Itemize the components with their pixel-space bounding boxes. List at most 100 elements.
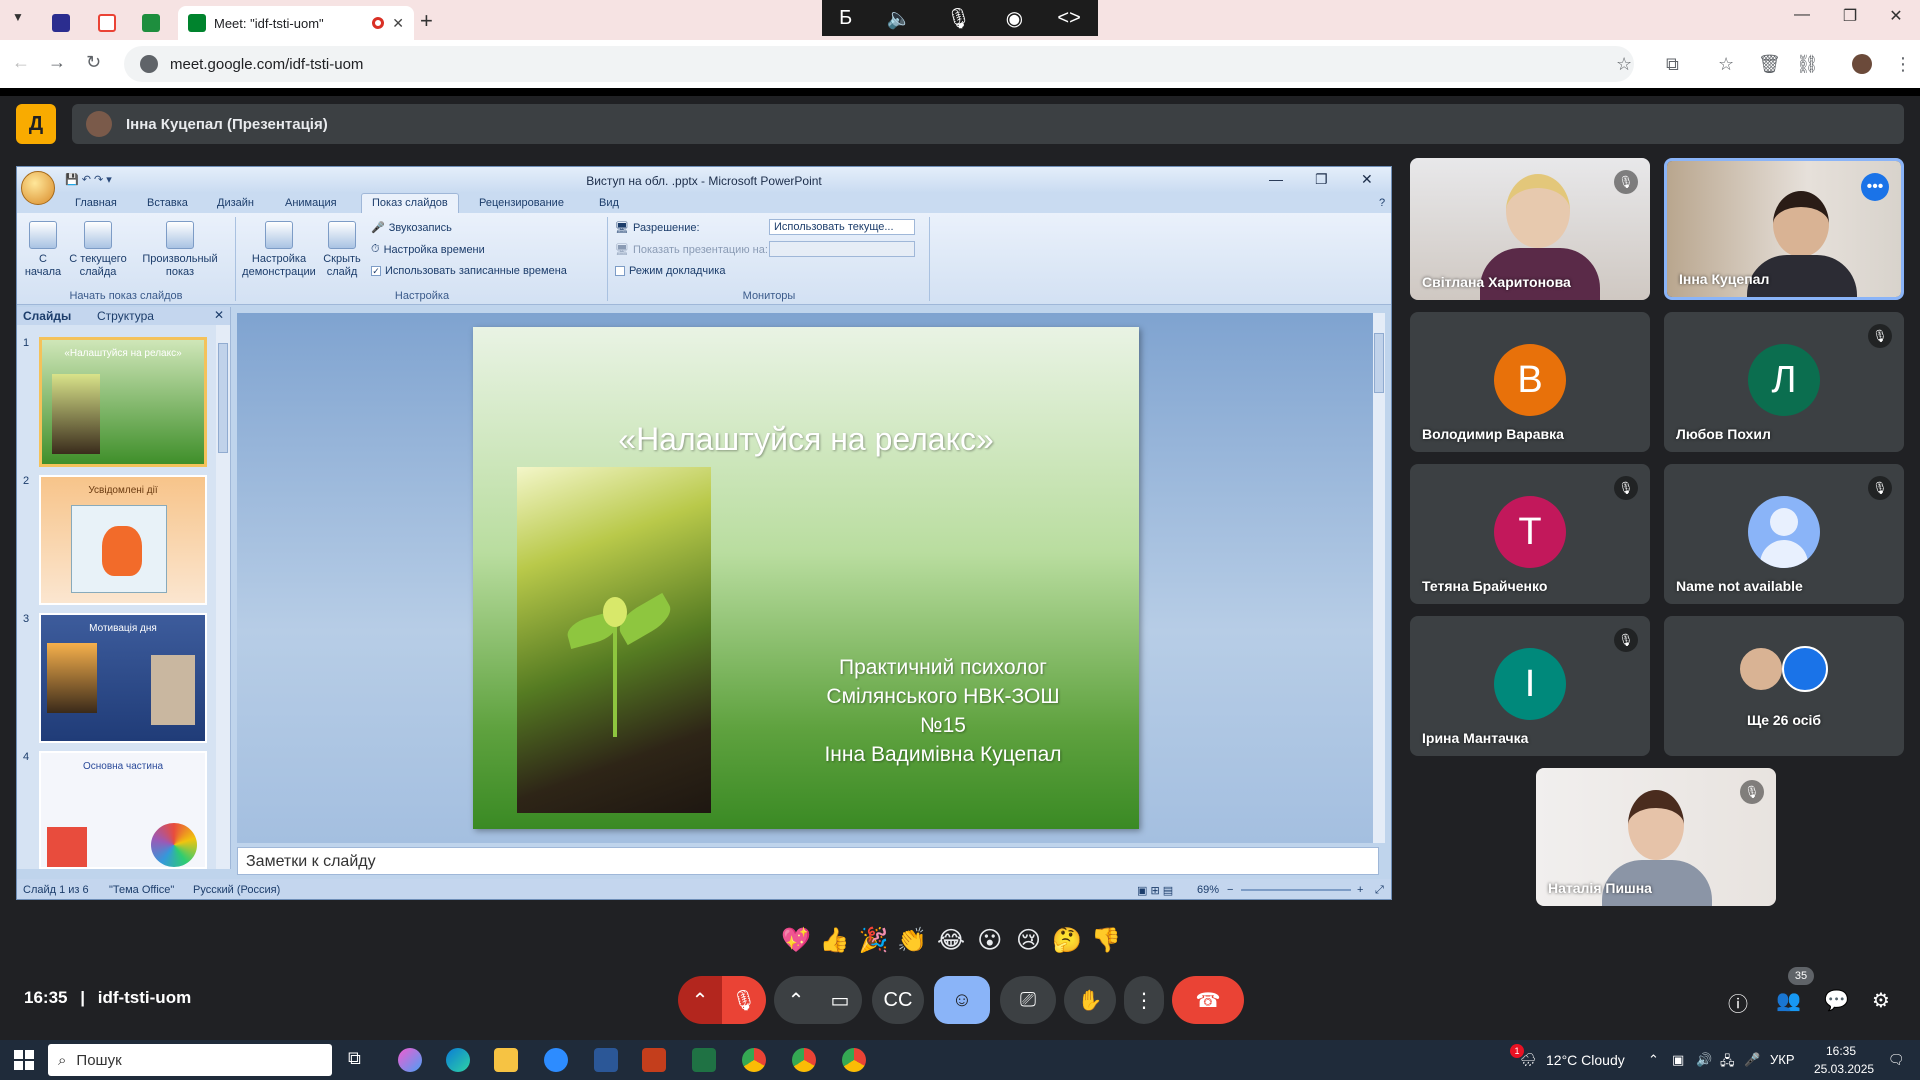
reload-icon[interactable]: ↻	[86, 52, 101, 73]
people-icon[interactable]: 👥	[1776, 988, 1801, 1013]
link-icon[interactable]: ⛓	[1796, 54, 1819, 75]
volume-icon[interactable]: 🔊	[1696, 1052, 1712, 1068]
file-explorer-icon[interactable]	[494, 1048, 518, 1072]
pane-close-icon[interactable]: ✕	[214, 308, 224, 322]
ppt-minimize-button[interactable]: —	[1269, 171, 1283, 187]
reaction-surprised-icon[interactable]: 😮	[972, 926, 1008, 955]
ribbon-tab-design[interactable]: Дизайн	[217, 197, 254, 209]
slide-scrollbar[interactable]	[1373, 313, 1385, 843]
ribbon-tab-view[interactable]: Вид	[599, 197, 619, 209]
present-screen-button[interactable]: ⎚	[1000, 976, 1056, 1024]
chrome-icon[interactable]	[742, 1048, 766, 1072]
reaction-thinking-icon[interactable]: 🤔	[1049, 926, 1085, 955]
input-language[interactable]: УКР	[1770, 1052, 1795, 1067]
more-options-button[interactable]: ⋮	[1124, 976, 1164, 1024]
back-arrow-icon[interactable]: ←	[12, 52, 30, 73]
window-minimize-button[interactable]: —	[1782, 6, 1822, 24]
fit-window-icon[interactable]: ⤢	[1375, 884, 1384, 897]
use-timings-checkbox[interactable]: ✓ Использовать записанные времена	[371, 265, 567, 277]
meeting-details-icon[interactable]: ⓘ	[1728, 988, 1748, 1017]
rehearse-timings-button[interactable]: ⏱ Настройка времени	[371, 243, 485, 256]
presenter-view-checkbox[interactable]: Режим докладчика	[615, 265, 725, 277]
reaction-sad-icon[interactable]: 😢	[1011, 926, 1047, 955]
bookmark-star-icon[interactable]: ☆	[1616, 54, 1632, 75]
zoom-icon[interactable]	[544, 1048, 568, 1072]
microphone-toggle-button[interactable]: 🎙	[722, 976, 766, 1024]
participant-tile[interactable]: Л 🎙 Любов Похил	[1664, 312, 1904, 452]
setup-show-button[interactable]: Настройка демонстрации	[239, 221, 319, 279]
raise-hand-button[interactable]: ✋	[1064, 976, 1116, 1024]
notifications-icon[interactable]: 🗨	[1888, 1052, 1905, 1068]
slide-thumbnail-4[interactable]: Основна частина	[39, 751, 207, 869]
activities-icon[interactable]: ⚙	[1872, 988, 1890, 1013]
excel-icon[interactable]	[692, 1048, 716, 1072]
scrollbar-thumb[interactable]	[1374, 333, 1384, 393]
camera-toggle-button[interactable]: ▭	[818, 976, 862, 1024]
forward-arrow-icon[interactable]: →	[48, 52, 66, 73]
participant-tile[interactable]: В Володимир Варавка	[1410, 312, 1650, 452]
reaction-thumbs-up-icon[interactable]: 👍	[817, 926, 853, 955]
delete-icon[interactable]: 🗑	[1758, 54, 1781, 75]
reaction-party-icon[interactable]: 🎉	[856, 926, 892, 955]
task-view-icon[interactable]: ⧉	[348, 1048, 372, 1072]
tray-chevron-icon[interactable]: ⌃	[1648, 1052, 1659, 1068]
word-icon[interactable]	[594, 1048, 618, 1072]
tab-meet-active[interactable]: Meet: "idf-tsti-uom" ✕	[178, 6, 414, 40]
notes-field[interactable]: Заметки к слайду	[237, 847, 1379, 875]
powerpoint-icon[interactable]	[642, 1048, 666, 1072]
browser-menu-icon[interactable]: ⋮	[1894, 54, 1912, 75]
scrollbar-thumb[interactable]	[218, 343, 228, 453]
reaction-laugh-icon[interactable]: 😂	[933, 926, 969, 955]
participant-tile[interactable]: 🎙 Name not available	[1664, 464, 1904, 604]
edge-icon[interactable]	[446, 1048, 470, 1072]
record-narration-button[interactable]: 🎤 Звукозапись	[371, 221, 452, 235]
reaction-thumbs-down-icon[interactable]: 👎	[1088, 926, 1124, 955]
leave-call-button[interactable]: ☎	[1172, 976, 1244, 1024]
participant-tile[interactable]: 🎙 Наталія Пишна	[1536, 768, 1776, 906]
mic-icon[interactable]: 🎙	[946, 6, 971, 31]
ribbon-tab-home[interactable]: Главная	[75, 197, 117, 209]
ribbon-tab-animation[interactable]: Анимация	[285, 197, 337, 209]
window-restore-button[interactable]: ❐	[1830, 6, 1870, 26]
microphone-tray-icon[interactable]: 🎤	[1744, 1052, 1760, 1068]
weather-text[interactable]: 12°C Cloudy	[1546, 1052, 1625, 1068]
others-tile[interactable]: Ще 26 осіб	[1664, 616, 1904, 756]
pane-tab-slides[interactable]: Слайды	[23, 309, 71, 323]
tray-app-icon[interactable]: ▣	[1672, 1052, 1684, 1068]
pinned-tab-gmail[interactable]	[86, 6, 128, 40]
reaction-clap-icon[interactable]: 👏	[894, 926, 930, 955]
more-options-icon[interactable]: •••	[1861, 173, 1889, 201]
participant-tile[interactable]: І 🎙 Ірина Мантачка	[1410, 616, 1650, 756]
audio-options-button[interactable]: ⌃	[678, 976, 722, 1024]
system-date[interactable]: 25.03.2025	[1814, 1062, 1874, 1076]
extension-puzzle-icon[interactable]: ⧉	[1666, 54, 1679, 75]
taskbar-search[interactable]: ⌕ Пошук	[48, 1044, 332, 1076]
weather-icon[interactable]: 🌧	[1520, 1052, 1537, 1068]
slide-thumbnail-2[interactable]: Усвідомлені дії	[39, 475, 207, 605]
chat-icon[interactable]: 💬	[1824, 988, 1849, 1013]
help-icon[interactable]: ?	[1379, 197, 1385, 209]
close-tab-icon[interactable]: ✕	[392, 15, 404, 32]
bold-b-icon[interactable]: Б	[839, 7, 852, 30]
office-button[interactable]	[21, 171, 55, 205]
pinned-tab-classroom[interactable]	[130, 6, 172, 40]
window-close-button[interactable]: ✕	[1876, 6, 1916, 26]
new-tab-button[interactable]: +	[420, 8, 433, 34]
network-icon[interactable]: 🖧	[1720, 1052, 1735, 1074]
zoom-out-icon[interactable]: −	[1227, 884, 1233, 896]
speaker-icon[interactable]: 🔈	[887, 6, 912, 31]
participant-tile[interactable]: 🎙 Світлана Харитонова	[1410, 158, 1650, 300]
view-normal-icon[interactable]: ▣ ⊞ ▤	[1137, 884, 1173, 897]
windows-start-button[interactable]	[14, 1050, 34, 1070]
video-options-button[interactable]: ⌃	[774, 976, 818, 1024]
pane-tab-outline[interactable]: Структура	[97, 309, 154, 323]
ppt-restore-button[interactable]: ❐	[1315, 171, 1328, 188]
pinned-tab-1[interactable]	[40, 6, 82, 40]
site-info-icon[interactable]	[140, 55, 158, 73]
ribbon-tab-insert[interactable]: Вставка	[147, 197, 188, 209]
copilot-icon[interactable]	[398, 1048, 422, 1072]
resolution-dropdown[interactable]: Использовать текуще...	[769, 219, 915, 235]
from-start-button[interactable]: С начала	[23, 221, 63, 279]
captions-button[interactable]: CC	[872, 976, 924, 1024]
custom-show-button[interactable]: Произвольный показ	[137, 221, 223, 279]
